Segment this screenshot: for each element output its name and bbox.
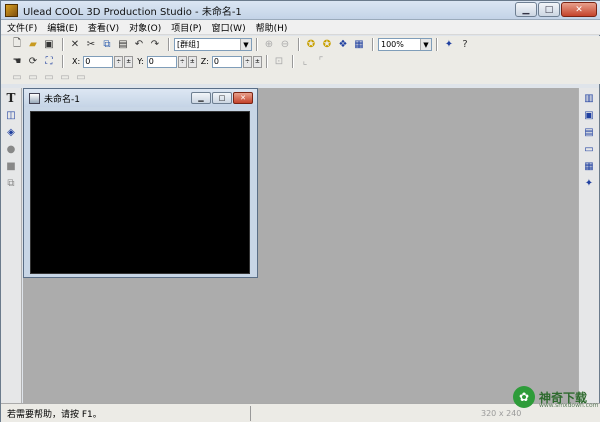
chevron-down-icon[interactable]: ▼ <box>240 39 251 50</box>
group-combo[interactable]: [群组] ▼ <box>174 38 252 51</box>
menu-help[interactable]: 帮助(H) <box>256 21 288 34</box>
panel-5-icon[interactable]: ▦ <box>582 159 596 173</box>
shape-icon[interactable]: ▭ <box>10 70 24 84</box>
sphere-tool-icon[interactable]: ● <box>4 142 18 156</box>
panel-2-icon[interactable]: ▣ <box>582 108 596 122</box>
y-input[interactable]: 0 <box>146 55 177 68</box>
resize-icon[interactable]: ⛶ <box>42 55 56 69</box>
object-icon[interactable]: ❖ <box>336 38 350 52</box>
group-combo-value: [群组] <box>177 40 200 49</box>
menu-edit[interactable]: 编辑(E) <box>47 21 78 34</box>
bevel-icon[interactable]: ▭ <box>26 70 40 84</box>
document-close-button[interactable]: ✕ <box>233 92 253 104</box>
paste-icon[interactable]: ▤ <box>116 38 130 52</box>
x-label: X: <box>72 57 81 66</box>
panel-4-icon[interactable]: ▭ <box>582 142 596 156</box>
geometry-toolbar: ▭ ▭ ▭ ▭ ▭ <box>1 70 600 84</box>
watermark-logo-icon: ✿ <box>512 386 535 408</box>
paint-tool-icon[interactable]: ◈ <box>4 125 18 139</box>
panel-toolbar: ▥ ▣ ▤ ▭ ▦ ✦ <box>578 88 599 403</box>
hand-icon[interactable]: ☚ <box>10 55 24 69</box>
watermark: ✿ 神奇下载 www.smxdown.com <box>512 386 599 409</box>
object-toolbar: T ◫ ◈ ● ■ ⧉ <box>1 88 22 403</box>
help-pointer-icon[interactable]: ? <box>458 38 472 52</box>
document-title: 未命名-1 <box>44 94 80 105</box>
new-file-icon[interactable]: 🗋 <box>10 38 24 52</box>
render-canvas[interactable] <box>30 111 250 274</box>
menu-view[interactable]: 查看(V) <box>88 21 119 34</box>
standard-toolbar: 🗋 ▰ ▣ ✕ ✂ ⧉ ▤ ↶ ↷ [群组] ▼ ⊕ ⊖ ✪ ✪ ❖ ▦ 100… <box>1 36 600 53</box>
text-tool-icon[interactable]: T <box>4 91 18 105</box>
x-input[interactable]: 0 <box>83 55 114 68</box>
copy-icon[interactable]: ⧉ <box>100 38 114 52</box>
x-spin-button[interactable]: ÷ <box>114 55 124 68</box>
menu-file[interactable]: 文件(F) <box>7 21 37 34</box>
import-tool-icon[interactable]: ⧉ <box>4 176 18 190</box>
size-icon[interactable]: ⌞ <box>298 55 312 69</box>
panel-6-icon[interactable]: ✦ <box>582 176 596 190</box>
box-tool-icon[interactable]: ■ <box>4 159 18 173</box>
app-icon[interactable] <box>5 3 18 17</box>
status-help-text: 若需要帮助，请按 F1。 <box>1 405 251 421</box>
save-icon[interactable]: ▣ <box>42 38 56 52</box>
zoom-combo-value: 100% <box>381 40 404 49</box>
depth-icon[interactable]: ▭ <box>58 70 72 84</box>
z-label: Z: <box>200 57 209 66</box>
shape-tool-icon[interactable]: ◫ <box>4 108 18 122</box>
medal-gold-icon[interactable]: ✪ <box>304 38 318 52</box>
cut-icon[interactable]: ✂ <box>84 38 98 52</box>
rotate-icon[interactable]: ⟳ <box>26 55 40 69</box>
link-icon[interactable]: ⊖ <box>278 38 292 52</box>
plugin-icon[interactable]: ✦ <box>442 38 456 52</box>
menu-bar: 文件(F) 编辑(E) 查看(V) 对象(O) 项目(P) 窗口(W) 帮助(H… <box>1 20 600 35</box>
grid-icon[interactable]: ▦ <box>352 38 366 52</box>
y-step-button[interactable]: ± <box>187 55 197 68</box>
z-spin-button[interactable]: ÷ <box>242 55 252 68</box>
document-maximize-button[interactable]: □ <box>212 92 232 104</box>
z-input[interactable]: 0 <box>211 55 242 68</box>
delete-icon[interactable]: ✕ <box>68 38 82 52</box>
y-label: Y: <box>137 57 144 66</box>
layer-icon[interactable]: ▭ <box>74 70 88 84</box>
zoom-combo[interactable]: 100% ▼ <box>378 38 432 51</box>
status-size: 320 x 240 <box>481 408 522 418</box>
status-bar: 若需要帮助，请按 F1。 320 x 240 <box>1 403 600 422</box>
extrude-icon[interactable]: ▭ <box>42 70 56 84</box>
scale-icon[interactable]: ⌜ <box>314 55 328 69</box>
y-spin-button[interactable]: ÷ <box>177 55 187 68</box>
align-icon[interactable]: ⊡ <box>272 55 286 69</box>
workspace-area: 未命名-1 ▁ □ ✕ <box>23 88 579 403</box>
z-step-button[interactable]: ± <box>252 55 262 68</box>
globe-icon[interactable]: ⊕ <box>262 38 276 52</box>
panel-3-icon[interactable]: ▤ <box>582 125 596 139</box>
open-folder-icon[interactable]: ▰ <box>26 38 40 52</box>
panel-1-icon[interactable]: ▥ <box>582 91 596 105</box>
title-bar[interactable]: Ulead COOL 3D Production Studio - 未命名-1 … <box>1 1 600 20</box>
menu-project[interactable]: 项目(P) <box>171 21 201 34</box>
menu-window[interactable]: 窗口(W) <box>212 21 246 34</box>
minimize-button[interactable]: ▁ <box>515 2 537 17</box>
document-icon <box>29 92 40 104</box>
undo-icon[interactable]: ↶ <box>132 38 146 52</box>
medal-icon[interactable]: ✪ <box>320 38 334 52</box>
redo-icon[interactable]: ↷ <box>148 38 162 52</box>
maximize-button[interactable]: □ <box>538 2 560 17</box>
document-minimize-button[interactable]: ▁ <box>191 92 211 104</box>
chevron-down-icon[interactable]: ▼ <box>420 39 431 50</box>
app-window: Ulead COOL 3D Production Studio - 未命名-1 … <box>0 0 600 422</box>
window-title: Ulead COOL 3D Production Studio - 未命名-1 <box>23 6 242 18</box>
menu-object[interactable]: 对象(O) <box>129 21 161 34</box>
document-window[interactable]: 未命名-1 ▁ □ ✕ <box>23 88 258 278</box>
position-toolbar: ☚ ⟳ ⛶ X: 0 ÷ ± Y: 0 ÷ ± Z: 0 ÷ ± ⊡ ⌞ ⌜ <box>1 53 600 70</box>
x-step-button[interactable]: ± <box>124 55 134 68</box>
document-title-bar[interactable]: 未命名-1 ▁ □ ✕ <box>24 89 257 107</box>
close-button[interactable]: ✕ <box>561 2 597 17</box>
watermark-sub: www.smxdown.com <box>538 402 599 409</box>
